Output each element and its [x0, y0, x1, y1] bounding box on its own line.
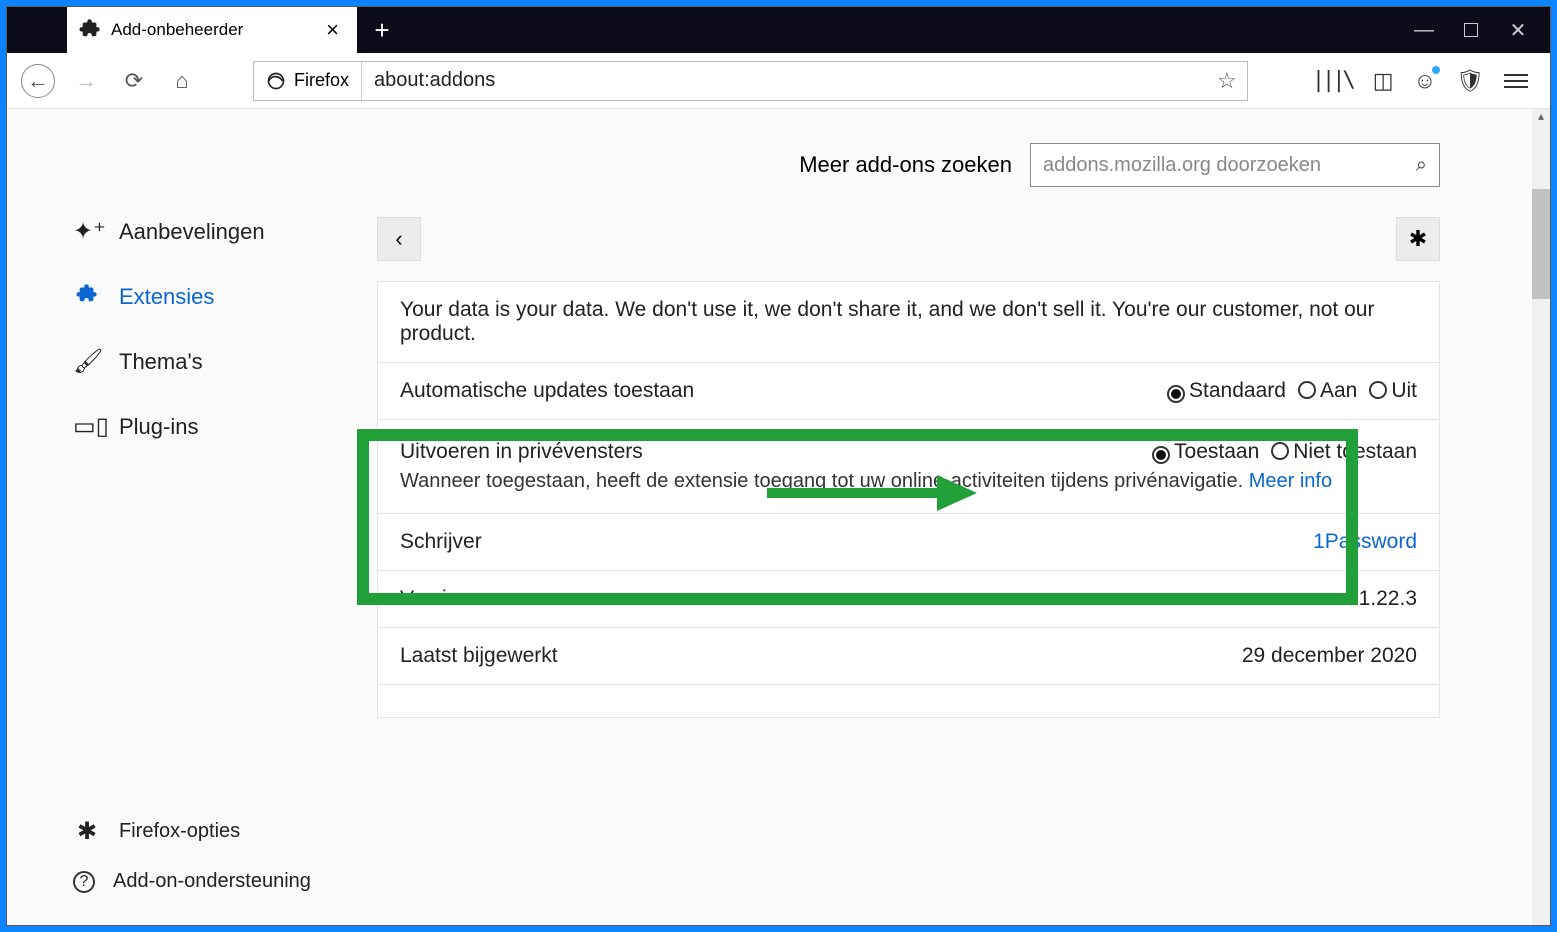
account-icon[interactable]: ☺ — [1414, 68, 1436, 94]
hamburger-menu-icon[interactable] — [1504, 74, 1528, 88]
radio-standard[interactable]: Standaard — [1167, 379, 1286, 403]
version-label: Versie — [400, 587, 458, 611]
version-value: 1.22.3 — [1359, 587, 1417, 611]
sidebar-item-support[interactable]: ? Add-on-ondersteuning — [67, 858, 347, 905]
author-link[interactable]: 1Password — [1313, 530, 1417, 553]
close-icon[interactable]: × — [320, 19, 345, 41]
reload-button[interactable]: ⟳ — [117, 64, 151, 98]
radio-allow[interactable]: Toestaan — [1152, 440, 1259, 464]
sidebar-item-label: Thema's — [119, 349, 203, 375]
sidebar-item-label: Add-on-ondersteuning — [113, 870, 311, 893]
identity-box[interactable]: Firefox — [254, 62, 362, 100]
scroll-up-icon[interactable]: ▴ — [1532, 109, 1550, 127]
plugin-icon: ▭▯ — [73, 412, 101, 441]
radio-icon — [1369, 381, 1387, 399]
sidebar-item-label: Extensies — [119, 284, 214, 310]
radio-icon — [1271, 442, 1289, 460]
radio-disallow[interactable]: Niet toestaan — [1271, 440, 1417, 464]
addon-detail-panel: Your data is your data. We don't use it,… — [377, 281, 1440, 718]
author-label: Schrijver — [400, 530, 482, 554]
addons-sidebar: ✦⁺ Aanbevelingen Extensies 🖌 Thema's ▭▯ … — [7, 139, 377, 925]
radio-icon — [1298, 381, 1316, 399]
back-button[interactable]: ← — [21, 64, 55, 98]
updated-value: 29 december 2020 — [1242, 644, 1417, 668]
url-bar[interactable]: Firefox about:addons ☆ — [253, 61, 1248, 101]
nav-toolbar: ← → ⟳ ⌂ Firefox about:addons ☆ |||\ ◫ ☺ … — [7, 53, 1550, 109]
close-window-icon[interactable]: ✕ — [1506, 18, 1530, 42]
radio-icon — [1167, 385, 1185, 403]
sidebar-item-plugins[interactable]: ▭▯ Plug-ins — [67, 394, 347, 459]
more-info-link[interactable]: Meer info — [1249, 470, 1332, 492]
browser-tab[interactable]: Add-onbeheerder × — [67, 7, 357, 53]
addons-search-input[interactable]: addons.mozilla.org doorzoeken ⌕ — [1030, 143, 1440, 187]
bookmark-star-icon[interactable]: ☆ — [1207, 68, 1247, 94]
home-button[interactable]: ⌂ — [165, 64, 199, 98]
maximize-icon[interactable] — [1464, 23, 1478, 37]
private-window-radio-group: Toestaan Niet toestaan — [1152, 440, 1417, 464]
radio-off[interactable]: Uit — [1369, 379, 1417, 403]
forward-button[interactable]: → — [69, 64, 103, 98]
shield-icon[interactable]: 🛡 — [1456, 68, 1484, 94]
tab-strip: Add-onbeheerder × + — ✕ — [7, 7, 1550, 53]
radio-icon — [1152, 446, 1170, 464]
addon-detail-main: Meer add-ons zoeken addons.mozilla.org d… — [377, 139, 1550, 925]
gear-icon: ✱ — [73, 817, 101, 846]
sidebar-item-label: Aanbevelingen — [119, 219, 265, 245]
sidebar-item-recommendations[interactable]: ✦⁺ Aanbevelingen — [67, 199, 347, 264]
tab-title: Add-onbeheerder — [111, 20, 243, 40]
sidebar-toggle-icon[interactable]: ◫ — [1373, 68, 1394, 94]
sidebar-item-label: Plug-ins — [119, 414, 198, 440]
minimize-icon[interactable]: — — [1412, 18, 1436, 42]
library-icon[interactable]: |||\ — [1312, 68, 1353, 93]
search-label: Meer add-ons zoeken — [799, 152, 1012, 178]
search-placeholder: addons.mozilla.org doorzoeken — [1043, 154, 1321, 177]
addon-blurb: Your data is your data. We don't use it,… — [400, 298, 1417, 346]
sidebar-item-options[interactable]: ✱ Firefox-opties — [67, 805, 347, 858]
updated-label: Laatst bijgewerkt — [400, 644, 558, 668]
chevron-left-icon: ‹ — [395, 226, 402, 252]
sparkle-icon: ✦⁺ — [73, 217, 101, 246]
gear-icon: ✱ — [1409, 226, 1427, 252]
search-icon: ⌕ — [1416, 154, 1427, 177]
identity-label: Firefox — [294, 70, 349, 91]
auto-update-label: Automatische updates toestaan — [400, 379, 694, 403]
puzzle-icon — [79, 17, 101, 44]
help-icon: ? — [73, 871, 95, 893]
addon-settings-button[interactable]: ✱ — [1396, 217, 1440, 261]
sidebar-item-themes[interactable]: 🖌 Thema's — [67, 329, 347, 394]
brush-icon: 🖌 — [73, 347, 101, 376]
radio-on[interactable]: Aan — [1298, 379, 1357, 403]
puzzle-icon — [73, 282, 101, 311]
sidebar-item-label: Firefox-opties — [119, 820, 240, 843]
window-controls: — ✕ — [1392, 7, 1550, 53]
private-window-description: Wanneer toegestaan, heeft de extensie to… — [400, 470, 1417, 493]
new-tab-button[interactable]: + — [357, 7, 407, 53]
firefox-icon — [266, 71, 286, 91]
private-window-label: Uitvoeren in privévensters — [400, 440, 643, 464]
url-text[interactable]: about:addons — [362, 69, 1207, 92]
back-to-list-button[interactable]: ‹ — [377, 217, 421, 261]
auto-update-radio-group: Standaard Aan Uit — [1167, 379, 1417, 403]
sidebar-item-extensions[interactable]: Extensies — [67, 264, 347, 329]
